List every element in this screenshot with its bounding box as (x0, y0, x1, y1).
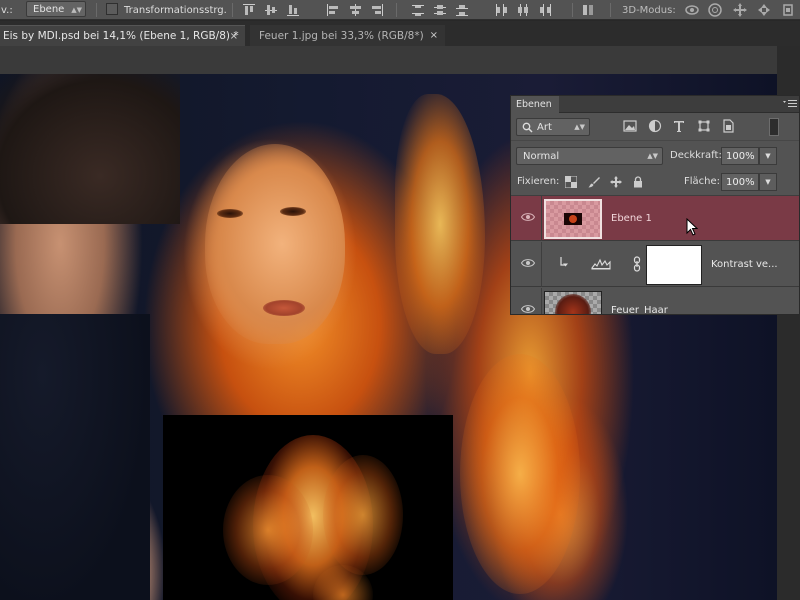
search-icon (522, 122, 533, 133)
separator (610, 3, 611, 17)
smart-object-filter-icon[interactable] (721, 119, 735, 133)
transform-controls-label: Transformationsstrg. (124, 4, 227, 16)
thumbnail-content (564, 213, 582, 225)
woman-eye (217, 209, 243, 218)
separator (96, 3, 97, 17)
distribute-left-icon[interactable] (493, 2, 509, 18)
auto-select-value: Ebene (33, 3, 65, 15)
panel-tab-layers[interactable]: Ebenen (511, 96, 559, 113)
align-right-icon[interactable] (369, 2, 385, 18)
opacity-field[interactable]: 100% (721, 147, 759, 165)
thumbnail-content (555, 294, 591, 314)
layers-panel: Ebenen Art ▲▼ Normal ▲▼ Deckkraft: 100% … (510, 95, 800, 315)
woman-lips (263, 300, 305, 316)
document-tab[interactable]: Feuer 1.jpg bei 33,3% (RGB/8*) × (250, 25, 445, 46)
align-top-icon[interactable] (241, 2, 257, 18)
lock-pixels-brush-icon[interactable] (588, 176, 600, 188)
fill-field[interactable]: 100% (721, 173, 759, 191)
auto-select-dropdown[interactable]: Ebene ▲▼ (26, 1, 86, 17)
lock-label: Fixieren: (517, 176, 560, 187)
lock-icon[interactable] (632, 176, 644, 188)
divider (541, 288, 542, 314)
distribute-top-icon[interactable] (410, 2, 426, 18)
separator (232, 3, 233, 17)
layer-row[interactable]: Kontrast ve... (511, 242, 799, 287)
close-icon[interactable]: × (430, 25, 438, 46)
transform-controls-checkbox[interactable] (106, 3, 118, 15)
divider (541, 242, 542, 287)
distribute-vcenter-icon[interactable] (432, 2, 448, 18)
align-bottom-icon[interactable] (285, 2, 301, 18)
tab-label: Eis by MDI.psd bei 14,1% (Ebene 1, RGB/8… (3, 30, 239, 42)
opacity-label: Deckkraft: (670, 150, 722, 161)
layer-name[interactable]: Feuer_Haar (611, 288, 668, 314)
options-bar: v.: Ebene ▲▼ Transformationsstrg. 3D-Mod… (0, 0, 800, 20)
roll-3d-icon[interactable] (707, 2, 723, 18)
auto-select-label: v.: (1, 4, 13, 16)
filter-kind-value: Art (537, 121, 552, 133)
layer-name[interactable]: Ebene 1 (611, 196, 652, 241)
man-body (0, 314, 150, 600)
flame-shape (223, 475, 313, 585)
document-tab-active[interactable]: Eis by MDI.psd bei 14,1% (Ebene 1, RGB/8… (0, 25, 245, 46)
divider (541, 196, 542, 241)
document-tab-bar: Eis by MDI.psd bei 14,1% (Ebene 1, RGB/8… (0, 21, 800, 46)
eye-icon[interactable] (521, 258, 535, 268)
layer-thumbnail[interactable] (544, 199, 602, 239)
distribute-bottom-icon[interactable] (454, 2, 470, 18)
layer-name[interactable]: Kontrast ve... (711, 242, 778, 287)
shape-filter-icon[interactable] (697, 119, 711, 133)
distribute-hcenter-icon[interactable] (515, 2, 531, 18)
blend-mode-value: Normal (523, 150, 560, 162)
chain-icon[interactable] (632, 256, 642, 272)
chevron-updown-icon: ▲▼ (71, 6, 82, 14)
fill-label: Fläche: (684, 176, 721, 187)
pixel-filter-icon[interactable] (623, 119, 637, 133)
auto-align-icon[interactable] (580, 2, 596, 18)
layer-thumbnail[interactable] (544, 291, 602, 314)
chevron-updown-icon: ▲▼ (647, 152, 658, 160)
curves-icon[interactable] (591, 256, 611, 270)
layer-row-selected[interactable]: Ebene 1 (511, 196, 799, 241)
woman-eye (280, 207, 306, 216)
distribute-right-icon[interactable] (537, 2, 553, 18)
filter-toggle-switch[interactable] (769, 118, 779, 136)
align-vcenter-icon[interactable] (263, 2, 279, 18)
clipping-arrow-icon (560, 257, 568, 267)
panel-header: Ebenen (511, 96, 799, 113)
align-hcenter-icon[interactable] (347, 2, 363, 18)
separator (396, 3, 397, 17)
align-left-icon[interactable] (325, 2, 341, 18)
fire-layer-image[interactable] (163, 415, 453, 600)
tab-label: Feuer 1.jpg bei 33,3% (RGB/8*) (259, 29, 424, 42)
eye-icon[interactable] (521, 212, 535, 222)
blend-mode-dropdown[interactable]: Normal ▲▼ (516, 147, 663, 165)
panel-menu-icon[interactable] (783, 99, 797, 109)
separator (572, 3, 573, 17)
mode-3d-label: 3D-Modus: (622, 4, 676, 16)
layer-row[interactable]: Feuer_Haar (511, 288, 799, 314)
mouse-cursor-icon (686, 218, 698, 236)
chevron-updown-icon: ▲▼ (574, 123, 585, 131)
chevron-down-icon[interactable]: ▼ (759, 173, 777, 191)
close-icon[interactable]: × (230, 26, 238, 47)
flame-body (460, 354, 580, 594)
filter-kind-dropdown[interactable]: Art ▲▼ (516, 118, 590, 136)
flame-hair (395, 94, 485, 354)
man-hair (0, 74, 180, 224)
type-filter-icon[interactable] (672, 119, 686, 133)
drag-3d-icon[interactable] (732, 2, 748, 18)
flame-shape (323, 455, 403, 575)
lock-row: Fixieren: Fläche: 100% ▼ (511, 169, 799, 196)
adjustment-filter-icon[interactable] (648, 119, 662, 133)
lock-position-icon[interactable] (610, 176, 622, 188)
chevron-down-icon[interactable]: ▼ (759, 147, 777, 165)
rotate-3d-icon[interactable] (684, 2, 700, 18)
layer-mask-thumbnail[interactable] (646, 245, 702, 285)
lock-transparency-icon[interactable] (565, 176, 577, 188)
scale-3d-icon[interactable] (780, 2, 796, 18)
eye-icon[interactable] (521, 304, 535, 314)
slide-3d-icon[interactable] (756, 2, 772, 18)
blend-row: Normal ▲▼ Deckkraft: 100% ▼ (511, 142, 799, 169)
